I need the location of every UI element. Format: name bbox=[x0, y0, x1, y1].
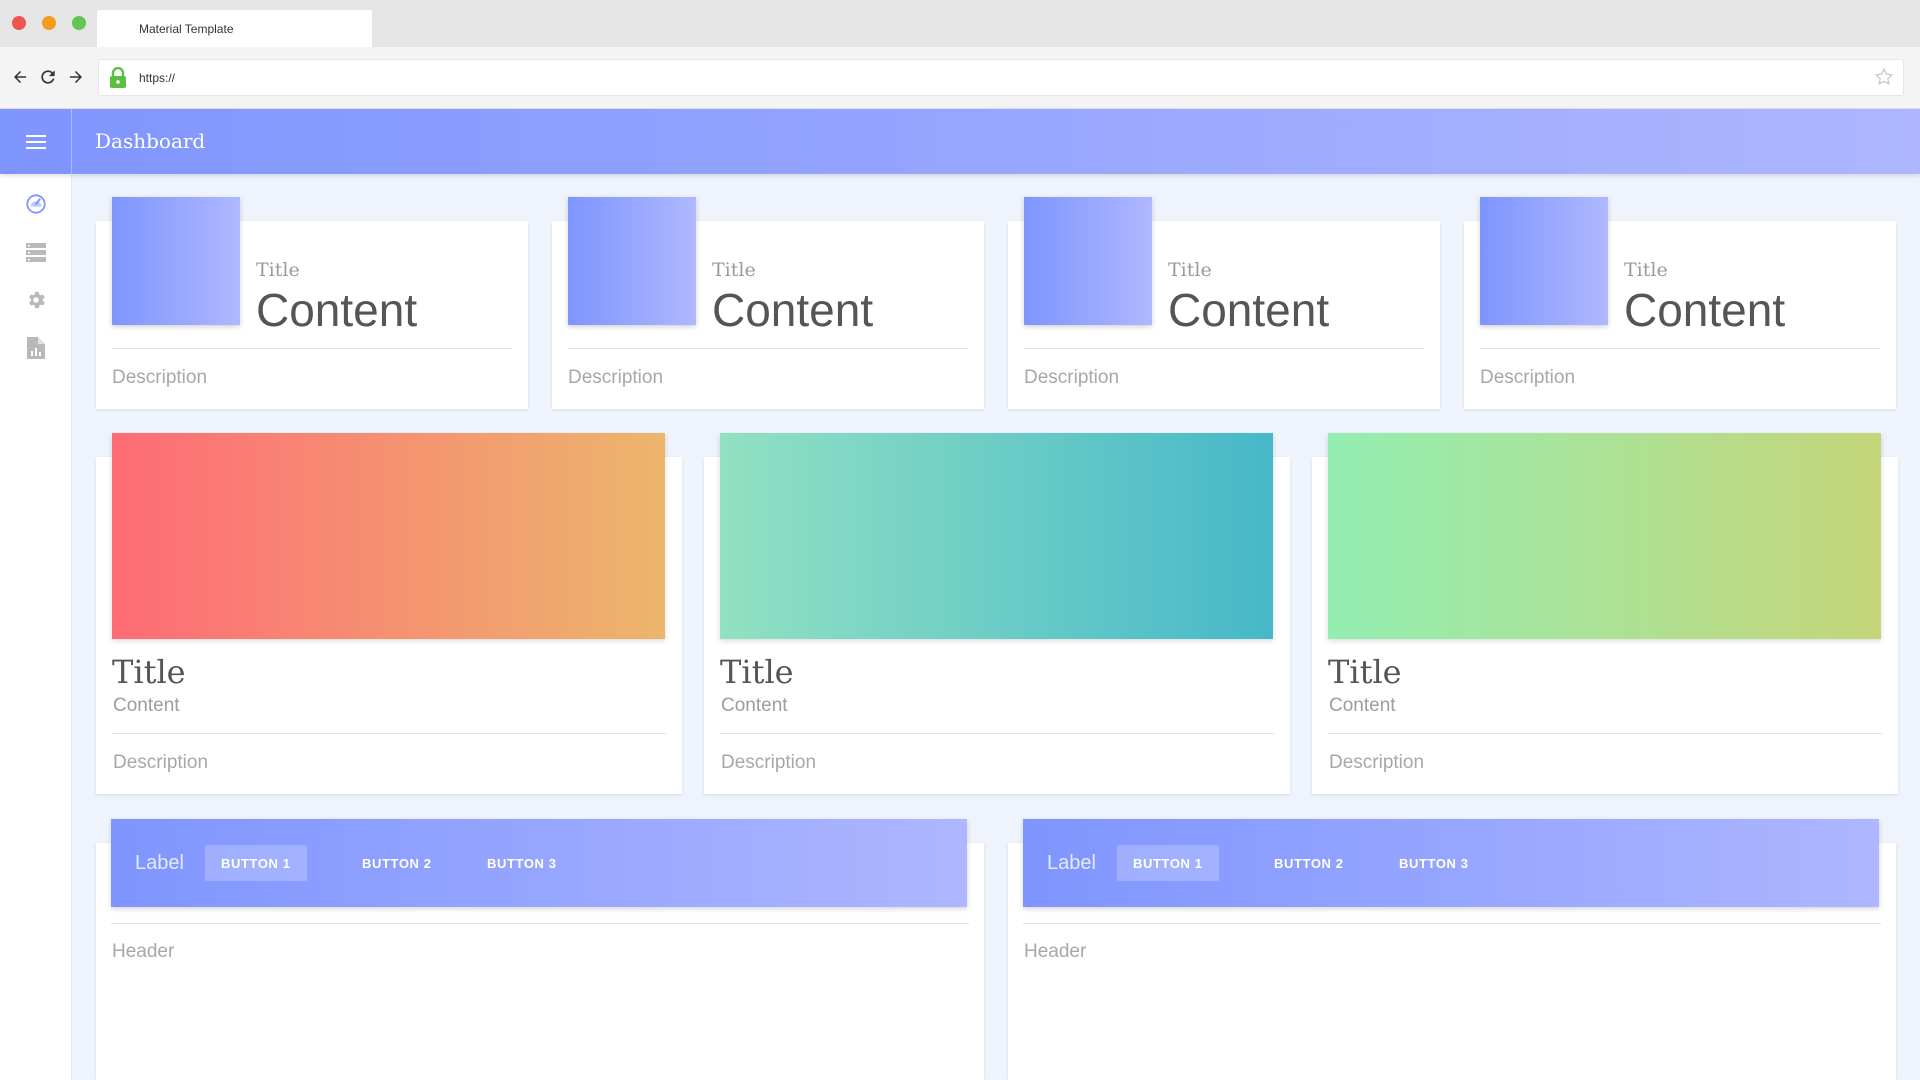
divider bbox=[112, 348, 512, 349]
image-card-description: Description bbox=[1329, 752, 1425, 773]
tab-card: Label BUTTON 1 BUTTON 2 BUTTON 3 Header bbox=[96, 819, 984, 1080]
sidebar-item-storage[interactable] bbox=[24, 240, 48, 264]
tab-card-header: Header bbox=[1024, 941, 1087, 962]
stat-card-title: Title bbox=[1168, 259, 1212, 281]
tab-bar-label: Label bbox=[1047, 852, 1096, 874]
stat-card-content: Content bbox=[712, 284, 874, 336]
close-window-button[interactable] bbox=[12, 16, 26, 30]
stat-card-content: Content bbox=[1168, 284, 1330, 336]
sidebar-item-dashboard[interactable] bbox=[24, 192, 48, 216]
divider bbox=[1023, 923, 1881, 924]
browser-tab-bar: Material Template bbox=[0, 0, 1920, 47]
url-text: https:// bbox=[139, 71, 176, 85]
button-1[interactable]: BUTTON 1 bbox=[205, 845, 307, 881]
reload-button[interactable] bbox=[36, 65, 60, 89]
button-2[interactable]: BUTTON 2 bbox=[1258, 845, 1360, 881]
image-card-content: Content bbox=[113, 695, 180, 716]
tab-bar-label: Label bbox=[135, 852, 184, 874]
bookmark-star-icon[interactable] bbox=[1873, 66, 1895, 93]
minimize-window-button[interactable] bbox=[42, 16, 56, 30]
lock-icon bbox=[109, 66, 127, 94]
stat-card-content: Content bbox=[1624, 284, 1786, 336]
app-header: Dashboard bbox=[0, 109, 1920, 174]
stat-card: Title Content Description bbox=[96, 197, 528, 409]
stat-card-icon-tile bbox=[1024, 197, 1152, 325]
settings-icon bbox=[29, 291, 45, 309]
tab-bar: Label BUTTON 1 BUTTON 2 BUTTON 3 bbox=[1023, 819, 1879, 907]
forward-button[interactable] bbox=[64, 65, 88, 89]
stat-card: Title Content Description bbox=[552, 197, 984, 409]
browser-tab-title: Material Template bbox=[139, 22, 234, 36]
reload-icon bbox=[41, 70, 55, 84]
image-card-title: Title bbox=[1328, 653, 1402, 691]
browser-toolbar: https:// bbox=[0, 47, 1920, 109]
stat-card-description: Description bbox=[568, 367, 664, 388]
back-button[interactable] bbox=[8, 65, 32, 89]
stat-card-description: Description bbox=[112, 367, 208, 388]
stat-card-icon-tile bbox=[568, 197, 696, 325]
tab-bar: Label BUTTON 1 BUTTON 2 BUTTON 3 bbox=[111, 819, 967, 907]
maximize-window-button[interactable] bbox=[72, 16, 86, 30]
image-card: Title Content Description bbox=[1312, 433, 1898, 794]
stat-card-icon-tile bbox=[1480, 197, 1608, 325]
sidebar-item-reports[interactable] bbox=[24, 336, 48, 360]
arrow-right-icon bbox=[70, 71, 82, 83]
image-card: Title Content Description bbox=[704, 433, 1290, 794]
button-3[interactable]: BUTTON 3 bbox=[1383, 845, 1485, 881]
image-card-description: Description bbox=[721, 752, 817, 773]
divider bbox=[1328, 733, 1882, 734]
stat-card-title: Title bbox=[256, 259, 300, 281]
page-title: Dashboard bbox=[95, 129, 206, 153]
tab-card: Label BUTTON 1 BUTTON 2 BUTTON 3 Header bbox=[1008, 819, 1896, 1080]
button-3[interactable]: BUTTON 3 bbox=[471, 845, 573, 881]
divider bbox=[1480, 348, 1880, 349]
stat-card-content: Content bbox=[256, 284, 418, 336]
stat-card-title: Title bbox=[712, 259, 756, 281]
button-2[interactable]: BUTTON 2 bbox=[346, 845, 448, 881]
stat-card-icon-tile bbox=[112, 197, 240, 325]
dashboard-icon bbox=[26, 194, 46, 214]
divider bbox=[1024, 348, 1424, 349]
image-card: Title Content Description bbox=[96, 433, 682, 794]
image-card-banner bbox=[720, 433, 1273, 639]
report-icon bbox=[27, 337, 45, 359]
browser-tab[interactable]: Material Template bbox=[97, 10, 372, 47]
stat-card-description: Description bbox=[1480, 367, 1576, 388]
address-bar[interactable]: https:// bbox=[98, 59, 1904, 96]
hamburger-menu-icon bbox=[25, 134, 46, 149]
image-card-title: Title bbox=[112, 653, 186, 691]
image-card-content: Content bbox=[1329, 695, 1396, 716]
image-card-banner bbox=[1328, 433, 1881, 639]
image-card-description: Description bbox=[113, 752, 209, 773]
divider bbox=[720, 733, 1274, 734]
image-card-content: Content bbox=[721, 695, 788, 716]
storage-icon bbox=[26, 243, 46, 262]
sidebar bbox=[0, 174, 72, 1080]
image-card-banner bbox=[112, 433, 665, 639]
stat-card: Title Content Description bbox=[1008, 197, 1440, 409]
arrow-left-icon bbox=[14, 71, 26, 83]
divider bbox=[568, 348, 968, 349]
stat-card: Title Content Description bbox=[1464, 197, 1896, 409]
stat-card-description: Description bbox=[1024, 367, 1120, 388]
sidebar-item-settings[interactable] bbox=[24, 288, 48, 312]
tab-card-header: Header bbox=[112, 941, 175, 962]
stat-card-title: Title bbox=[1624, 259, 1668, 281]
image-card-title: Title bbox=[720, 653, 794, 691]
divider bbox=[111, 923, 969, 924]
button-1[interactable]: BUTTON 1 bbox=[1117, 845, 1219, 881]
menu-button[interactable] bbox=[0, 109, 72, 174]
divider bbox=[112, 733, 666, 734]
